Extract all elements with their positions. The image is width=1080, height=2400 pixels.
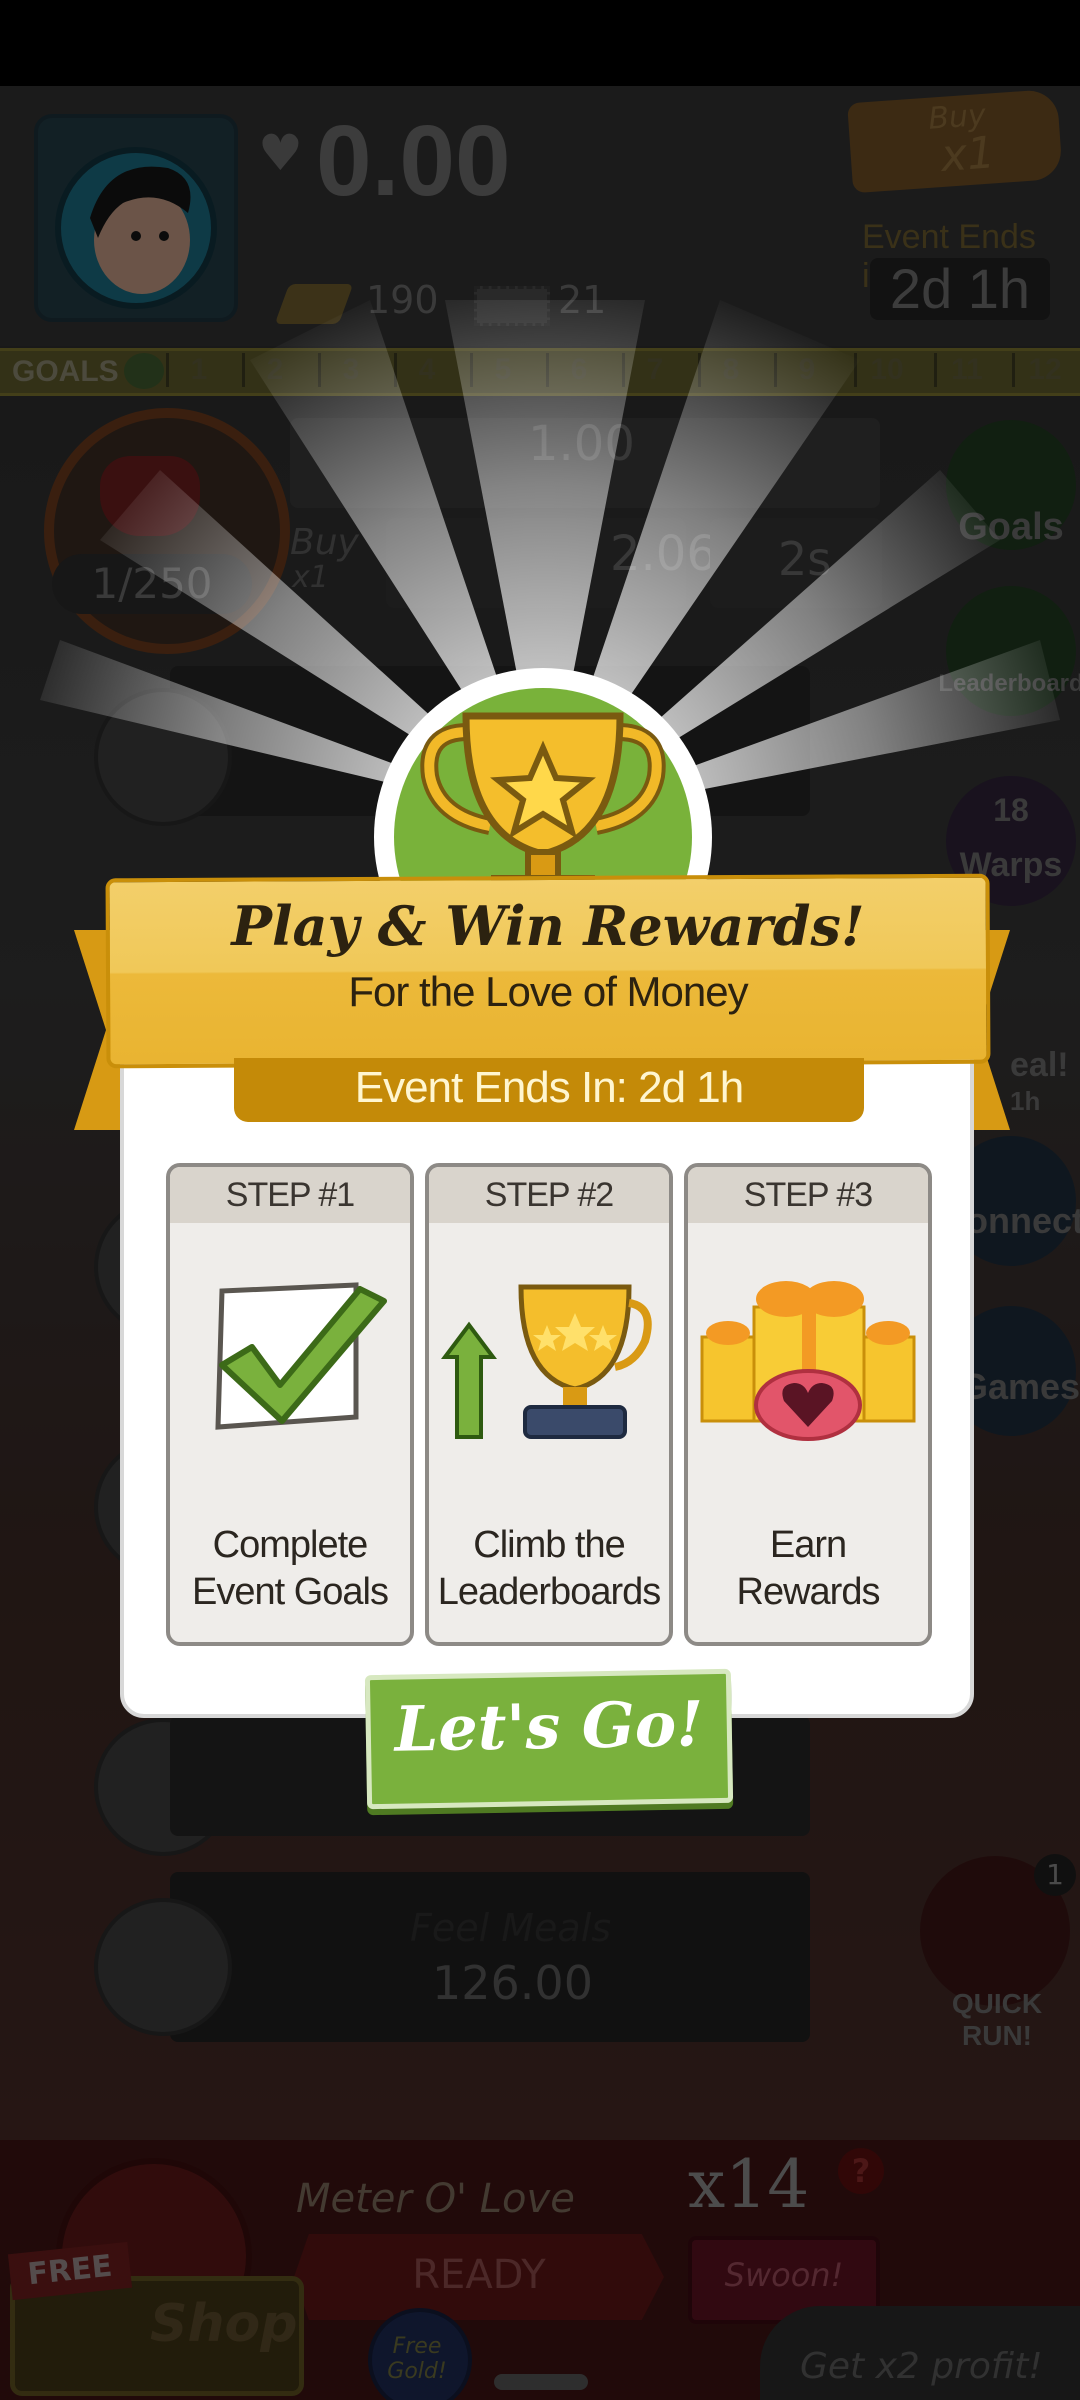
step-line-1: Climb the [473,1524,626,1566]
step-card-1: STEP #1 Complete Event Goals [166,1163,414,1646]
step-heading: STEP #3 [688,1167,928,1223]
step-card-2: STEP #2 Climb the Leaderboards [425,1163,673,1646]
dialog-event-ends: Event Ends In: 2d 1h [354,1063,745,1112]
step-text: Climb the Leaderboards [429,1522,669,1616]
dialog-subtitle: For the Love of Money [348,968,748,1015]
gift-rewards-icon [700,1281,916,1441]
step-line-2: Rewards [736,1571,881,1613]
lets-go-label: Let's Go! [394,1687,704,1766]
step-heading: STEP #1 [170,1167,410,1223]
step-line-1: Complete [212,1524,369,1566]
step-text: Earn Rewards [688,1522,928,1616]
dialog-title: Play & Win Rewards! [231,894,865,958]
step-heading: STEP #2 [429,1167,669,1223]
checkmark-icon [215,1282,387,1430]
trophy-climb-icon [441,1284,652,1439]
step-text: Complete Event Goals [170,1522,410,1616]
step-line-2: Leaderboards [437,1571,662,1613]
step-line-1: Earn [769,1524,847,1566]
step-card-3: STEP #3 Earn Rewards [684,1163,932,1646]
step-line-2: Event Goals [192,1571,389,1613]
